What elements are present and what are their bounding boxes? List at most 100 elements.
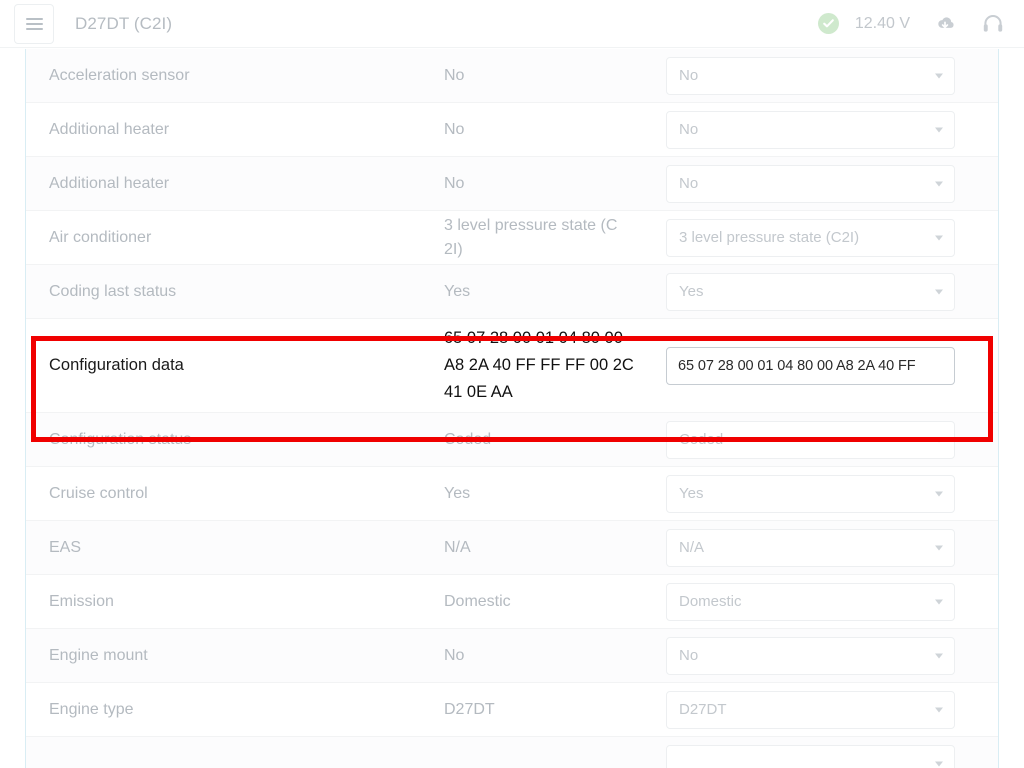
top-app-bar: D27DT (C2I) 12.40 V	[0, 0, 1024, 48]
chevron-down-icon[interactable]	[935, 289, 943, 294]
headset-icon[interactable]	[980, 11, 1006, 37]
row-current-value: No	[444, 66, 465, 84]
table-row: Emission Domestic Domestic	[26, 575, 998, 629]
row-select[interactable]: D27DT	[666, 690, 955, 729]
row-select[interactable]: Coded	[666, 420, 955, 459]
chevron-down-icon[interactable]	[935, 127, 943, 132]
table-row: Engine type D27DT D27DT	[26, 683, 998, 737]
row-select-value: No	[679, 175, 699, 192]
row-select[interactable]: 3 level pressure state (C2I)	[666, 218, 955, 257]
chevron-down-icon[interactable]	[935, 181, 943, 186]
row-label: Engine mount	[49, 646, 148, 664]
chevron-down-icon[interactable]	[935, 437, 943, 442]
row-current-value: 65 07 28 00 01 04 80 00 A8 2A 40 FF FF F…	[444, 329, 634, 401]
row-current-value: N/A	[444, 538, 471, 556]
chevron-down-icon[interactable]	[935, 761, 943, 766]
row-select[interactable]: Yes	[666, 474, 955, 513]
chevron-down-icon[interactable]	[935, 73, 943, 78]
table-row: Acceleration sensor No No	[26, 49, 998, 103]
row-select[interactable]: Yes	[666, 272, 955, 311]
row-control-cell: No	[666, 56, 974, 95]
row-select[interactable]	[666, 744, 955, 768]
row-select-value: 3 level pressure state (C2I)	[679, 229, 860, 246]
battery-voltage-readout: 12.40 V	[854, 14, 910, 32]
chevron-down-icon[interactable]	[935, 491, 943, 496]
content-frame: Acceleration sensor No No Additional heater…	[25, 49, 999, 768]
row-current-value: No	[444, 174, 465, 192]
topbar-status-group: 12.40 V	[817, 11, 1006, 37]
cloud-download-icon[interactable]	[932, 11, 958, 37]
row-current-value: D27DT	[444, 700, 495, 718]
table-row	[26, 737, 998, 768]
chevron-down-icon[interactable]	[935, 653, 943, 658]
row-current-value: Yes	[444, 484, 471, 502]
row-control-cell: Coded	[666, 420, 974, 459]
row-select[interactable]: No	[666, 110, 955, 149]
row-label: Air conditioner	[49, 228, 152, 246]
row-control-cell: No	[666, 164, 974, 203]
app-root: D27DT (C2I) 12.40 V Acceleration sensor …	[0, 0, 1024, 768]
hamburger-menu-icon[interactable]	[14, 3, 54, 44]
table-row: Air conditioner 3 level pressure state (C…	[26, 211, 998, 265]
row-control-cell: D27DT	[666, 690, 974, 729]
chevron-down-icon[interactable]	[935, 545, 943, 550]
row-label: EAS	[49, 538, 82, 556]
table-row: Configuration data 65 07 28 00 01 04 80 0…	[26, 319, 998, 413]
row-label: Engine type	[49, 700, 134, 718]
table-row: Engine mount No No	[26, 629, 998, 683]
menu-bar-1	[25, 17, 43, 20]
table-row: Cruise control Yes Yes	[26, 467, 998, 521]
row-control-cell: No	[666, 636, 974, 675]
row-select-value: D27DT	[679, 701, 727, 718]
row-select[interactable]: No	[666, 56, 955, 95]
row-select-value: No	[679, 67, 699, 84]
row-select[interactable]: N/A	[666, 528, 955, 567]
row-control-cell: Domestic	[666, 582, 974, 621]
row-select-value: Yes	[679, 283, 704, 300]
row-label: Configuration status	[49, 430, 192, 448]
row-label: Configuration data	[49, 356, 184, 375]
row-label: Additional heater	[49, 120, 170, 138]
row-label: Additional heater	[49, 174, 170, 192]
row-current-value: Yes	[444, 282, 471, 300]
menu-bar-3	[25, 27, 43, 30]
configuration-data-input-value: 65 07 28 00 01 04 80 00 A8 2A 40 FF	[678, 357, 916, 374]
table-row: EAS N/A N/A	[26, 521, 998, 575]
row-control-cell: Yes	[666, 272, 974, 311]
row-select-value: No	[679, 647, 699, 664]
page-title: D27DT (C2I)	[75, 13, 173, 33]
row-select-value: Coded	[679, 431, 724, 448]
check-circle-icon	[817, 13, 839, 34]
row-current-value: Coded	[444, 430, 492, 448]
row-select-value: N/A	[679, 539, 705, 556]
row-select[interactable]: No	[666, 636, 955, 675]
row-current-value: No	[444, 120, 465, 138]
row-control-cell: Yes	[666, 474, 974, 513]
table-row: Coding last status Yes Yes	[26, 265, 998, 319]
chevron-down-icon[interactable]	[935, 235, 943, 240]
chevron-down-icon[interactable]	[935, 599, 943, 604]
row-label: Acceleration sensor	[49, 66, 190, 84]
configuration-data-input[interactable]: 65 07 28 00 01 04 80 00 A8 2A 40 FF	[666, 346, 955, 385]
chevron-down-icon[interactable]	[935, 707, 943, 712]
row-select[interactable]: Domestic	[666, 582, 955, 621]
row-select-value: Domestic	[679, 593, 742, 610]
configuration-table: Acceleration sensor No No Additional heater…	[26, 49, 998, 768]
row-control-cell: N/A	[666, 528, 974, 567]
table-row: Additional heater No No	[26, 103, 998, 157]
row-control-cell	[666, 744, 974, 768]
row-label: Emission	[49, 592, 114, 610]
row-label: Cruise control	[49, 484, 148, 502]
row-select-value: Yes	[679, 485, 704, 502]
row-label: Coding last status	[49, 282, 177, 300]
table-row: Configuration status Coded Coded	[26, 413, 998, 467]
menu-bar-2	[25, 22, 43, 25]
row-current-value: No	[444, 646, 465, 664]
table-row: Additional heater No No	[26, 157, 998, 211]
row-select[interactable]: No	[666, 164, 955, 203]
row-control-cell: No	[666, 110, 974, 149]
row-control-cell: 65 07 28 00 01 04 80 00 A8 2A 40 FF	[666, 346, 974, 385]
row-current-value: Domestic	[444, 592, 511, 610]
row-control-cell: 3 level pressure state (C2I)	[666, 218, 974, 257]
row-select-value: No	[679, 121, 699, 138]
